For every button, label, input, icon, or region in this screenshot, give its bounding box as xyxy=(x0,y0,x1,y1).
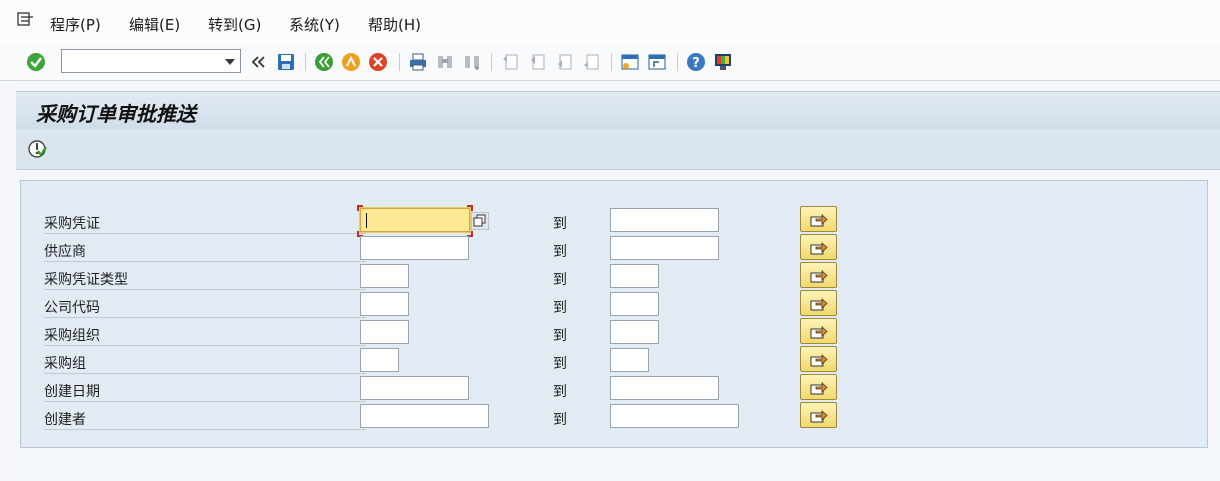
toolbar-separator xyxy=(611,53,612,71)
cancel-icon[interactable] xyxy=(368,52,388,72)
selection-row-created-by: 创建者 到 xyxy=(21,402,1209,432)
multiple-selection-icon xyxy=(810,270,828,283)
multiple-selection-icon xyxy=(810,354,828,367)
next-page-icon[interactable] xyxy=(554,52,574,72)
command-field[interactable] xyxy=(61,49,241,73)
vendor-to-input[interactable] xyxy=(610,236,719,260)
to-label: 到 xyxy=(553,384,567,400)
customize-icon[interactable] xyxy=(713,52,733,72)
field-label: 采购凭证类型 xyxy=(44,269,366,290)
menu-help[interactable]: 帮助(H) xyxy=(368,14,421,35)
vendor-from-input[interactable] xyxy=(360,236,469,260)
purch-org-to-input[interactable] xyxy=(610,320,659,344)
toolbar-separator xyxy=(491,53,492,71)
left-strip xyxy=(0,81,16,481)
multiple-selection-button[interactable] xyxy=(800,206,837,232)
application-toolbar xyxy=(16,129,1220,170)
prev-page-icon[interactable] xyxy=(527,52,547,72)
field-label: 创建日期 xyxy=(44,381,366,402)
selection-row-purchasing-doc: 采购凭证 到 xyxy=(21,205,1209,237)
value-help-icon[interactable] xyxy=(471,212,489,230)
to-label: 到 xyxy=(553,244,567,260)
multiple-selection-button[interactable] xyxy=(800,318,837,344)
find-next-icon[interactable] xyxy=(462,52,482,72)
purch-group-from-input[interactable] xyxy=(360,348,399,372)
to-label: 到 xyxy=(553,272,567,288)
multiple-selection-icon xyxy=(810,242,828,255)
help-icon[interactable]: ? xyxy=(686,52,706,72)
company-code-to-input[interactable] xyxy=(610,292,659,316)
page-title: 采购订单审批推送 xyxy=(36,102,196,126)
back-icon[interactable] xyxy=(249,52,269,72)
multiple-selection-icon xyxy=(810,326,828,339)
multiple-selection-button[interactable] xyxy=(800,234,837,260)
field-label: 供应商 xyxy=(44,241,366,262)
multiple-selection-button[interactable] xyxy=(800,290,837,316)
menu-program[interactable]: 程序(P) xyxy=(50,14,101,35)
exit-icon[interactable] xyxy=(341,52,361,72)
first-page-icon[interactable] xyxy=(500,52,520,72)
created-on-from-input[interactable] xyxy=(360,376,469,400)
save-icon[interactable] xyxy=(276,52,296,72)
field-label: 采购组 xyxy=(44,353,366,374)
back-green-icon[interactable] xyxy=(314,52,334,72)
shortcut-icon[interactable] xyxy=(647,52,667,72)
multiple-selection-button[interactable] xyxy=(800,262,837,288)
purchasing-doc-to-input[interactable] xyxy=(610,208,719,232)
text-cursor xyxy=(366,213,367,228)
svg-text:?: ? xyxy=(692,56,700,71)
field-label: 采购凭证 xyxy=(44,213,366,234)
selection-row-vendor: 供应商 到 xyxy=(21,234,1209,264)
multiple-selection-button[interactable] xyxy=(800,402,837,428)
selection-row-company-code: 公司代码 到 xyxy=(21,290,1209,320)
screen-title-bar: 采购订单审批推送 xyxy=(16,91,1220,130)
to-label: 到 xyxy=(553,356,567,372)
standard-toolbar: ? xyxy=(0,44,1220,81)
find-icon[interactable] xyxy=(435,52,455,72)
menu-edit[interactable]: 编辑(E) xyxy=(129,14,180,35)
selection-row-purch-group: 采购组 到 xyxy=(21,346,1209,376)
to-label: 到 xyxy=(553,216,567,232)
multiple-selection-icon xyxy=(810,298,828,311)
created-on-to-input[interactable] xyxy=(610,376,719,400)
focus-corner xyxy=(357,205,363,211)
chevron-down-icon[interactable] xyxy=(225,59,235,65)
multiple-selection-button[interactable] xyxy=(800,374,837,400)
created-by-from-input[interactable] xyxy=(360,404,489,428)
execute-icon[interactable] xyxy=(27,139,47,159)
multiple-selection-icon xyxy=(810,382,828,395)
purch-org-from-input[interactable] xyxy=(360,320,409,344)
menu-system[interactable]: 系统(Y) xyxy=(289,14,340,35)
multiple-selection-icon xyxy=(810,214,828,227)
to-label: 到 xyxy=(553,328,567,344)
created-by-to-input[interactable] xyxy=(610,404,739,428)
purchasing-doc-from-input[interactable] xyxy=(360,208,470,232)
doc-type-from-input[interactable] xyxy=(360,264,409,288)
field-label: 采购组织 xyxy=(44,325,366,346)
menu-goto[interactable]: 转到(G) xyxy=(208,14,261,35)
doc-type-to-input[interactable] xyxy=(610,264,659,288)
multiple-selection-icon xyxy=(810,410,828,423)
focus-corner xyxy=(467,205,473,211)
print-icon[interactable] xyxy=(408,52,428,72)
enter-icon[interactable] xyxy=(26,52,46,72)
last-page-icon[interactable] xyxy=(581,52,601,72)
selection-row-purch-org: 采购组织 到 xyxy=(21,318,1209,348)
selection-row-doc-type: 采购凭证类型 到 xyxy=(21,262,1209,292)
menu-icon[interactable] xyxy=(17,11,35,29)
company-code-from-input[interactable] xyxy=(360,292,409,316)
field-label: 公司代码 xyxy=(44,297,366,318)
new-session-icon[interactable] xyxy=(620,52,640,72)
selection-row-created-on: 创建日期 到 xyxy=(21,374,1209,404)
purch-group-to-input[interactable] xyxy=(610,348,649,372)
multiple-selection-button[interactable] xyxy=(800,346,837,372)
field-label: 创建者 xyxy=(44,409,366,430)
to-label: 到 xyxy=(553,300,567,316)
toolbar-separator xyxy=(677,53,678,71)
menu-bar: 程序(P) 编辑(E) 转到(G) 系统(Y) 帮助(H) xyxy=(0,0,1220,45)
selection-panel: 采购凭证 到 供应商 到 采购凭证类型 到 公司代码 到 采购组织 到 采购组 … xyxy=(20,180,1208,448)
to-label: 到 xyxy=(553,412,567,428)
toolbar-separator xyxy=(305,53,306,71)
toolbar-separator xyxy=(399,53,400,71)
